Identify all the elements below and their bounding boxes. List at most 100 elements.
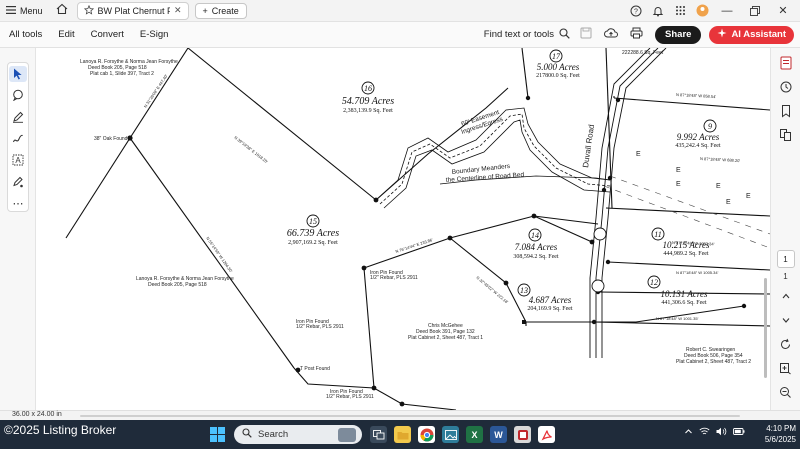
- share-button[interactable]: Share: [655, 25, 702, 44]
- menu-esign[interactable]: E-Sign: [132, 29, 177, 40]
- svg-text:N 32°45'02" W 222.18': N 32°45'02" W 222.18': [475, 275, 509, 305]
- ai-assistant-button[interactable]: AI Assistant: [709, 25, 794, 44]
- chevron-up-icon[interactable]: [777, 287, 795, 305]
- menu-all-tools[interactable]: All tools: [0, 29, 50, 40]
- svg-text:E: E: [676, 167, 681, 174]
- help-icon[interactable]: ?: [628, 3, 644, 19]
- svg-text:E: E: [676, 181, 681, 188]
- tract-11-number: 11: [654, 230, 661, 239]
- hamburger-icon: [6, 5, 16, 16]
- print-icon[interactable]: [630, 27, 643, 42]
- svg-text:?: ?: [634, 8, 638, 15]
- left-tool-rail: A ⋯: [0, 48, 36, 410]
- status-bar: 36.00 x 24.00 in: [0, 410, 800, 420]
- tray-chevron-up-icon[interactable]: [684, 427, 693, 438]
- title-bar: Menu BW Plat Chernut Farms ... ✕ + Creat…: [0, 0, 800, 22]
- oak-found-note: 38" Oak Found: [94, 136, 128, 142]
- tract-15-sqft: 2,907,169.2 Sq. Feet: [288, 240, 338, 246]
- create-button[interactable]: + Create: [194, 2, 247, 19]
- vertical-scrollbar[interactable]: [762, 48, 770, 410]
- task-view-icon[interactable]: [370, 426, 387, 443]
- search-icon: [559, 27, 570, 42]
- svg-text:N 87°18'48" W 858.54': N 87°18'48" W 858.54': [676, 92, 717, 99]
- svg-text:E: E: [746, 193, 751, 200]
- svg-text:N 87°18'48" W 688.20': N 87°18'48" W 688.20': [700, 156, 741, 163]
- tract-14-number: 14: [531, 231, 539, 240]
- tab-title: BW Plat Chernut Farms ...: [97, 5, 170, 16]
- menu-button[interactable]: Menu: [0, 5, 51, 16]
- home-icon: [56, 3, 68, 18]
- windows-taskbar: ©2025 Listing Broker Search X W 4:10 PM …: [0, 420, 800, 449]
- zoom-out-icon[interactable]: [777, 383, 795, 401]
- tract-17-sqft: 217800.0 Sq. Feet: [536, 73, 580, 79]
- star-icon[interactable]: [83, 4, 94, 17]
- rotate-icon[interactable]: [777, 335, 795, 353]
- office-app-icon[interactable]: [514, 426, 531, 443]
- highlight-pen-icon[interactable]: [9, 109, 27, 125]
- windows-start-icon[interactable]: [210, 427, 225, 442]
- tract-16-acres: 54.709 Acres: [342, 96, 394, 107]
- save-icon[interactable]: [580, 27, 592, 42]
- svg-text:N 39°19'38" E 1018.20': N 39°19'38" E 1018.20': [233, 135, 269, 164]
- tract-13-number: 13: [520, 286, 528, 295]
- taskbar-search-box[interactable]: Search: [234, 425, 362, 444]
- horizontal-scrollbar[interactable]: [80, 415, 740, 417]
- photos-app-icon[interactable]: [442, 426, 459, 443]
- organize-pages-icon[interactable]: [777, 78, 795, 96]
- tract-14-acres: 7.084 Acres: [515, 242, 558, 252]
- comment-icon[interactable]: [9, 88, 27, 104]
- chrome-icon[interactable]: [418, 426, 435, 443]
- upload-cloud-icon[interactable]: [604, 27, 619, 42]
- page-total: 1: [783, 272, 788, 281]
- wifi-icon[interactable]: [699, 427, 710, 438]
- tract-12-sqft: 441,306.6 Sq. Feet: [661, 300, 707, 306]
- excel-icon[interactable]: X: [466, 426, 483, 443]
- word-icon[interactable]: W: [490, 426, 507, 443]
- tract-9-acres: 9.992 Acres: [677, 132, 720, 142]
- tract-15-number: 15: [309, 217, 317, 226]
- close-tab-icon[interactable]: ✕: [174, 5, 182, 16]
- page-number-field[interactable]: 1: [776, 250, 795, 268]
- close-window-button[interactable]: ✕: [772, 2, 794, 20]
- draw-freehand-icon[interactable]: [9, 131, 27, 147]
- create-label: Create: [211, 5, 239, 16]
- select-cursor-icon[interactable]: [9, 66, 27, 82]
- profile-avatar[interactable]: [694, 3, 710, 19]
- vertical-scroll-thumb[interactable]: [764, 278, 767, 378]
- file-explorer-icon[interactable]: [394, 426, 411, 443]
- document-tab[interactable]: BW Plat Chernut Farms ... ✕: [76, 1, 189, 20]
- tract-12-acres: 10.131 Acres: [661, 289, 708, 299]
- taskbar-clock[interactable]: 4:10 PM 5/6/2025: [756, 423, 796, 445]
- bell-icon[interactable]: [650, 3, 666, 19]
- pages-icon[interactable]: [777, 126, 795, 144]
- export-pdf-icon[interactable]: [777, 54, 795, 72]
- tract-17-acres: 5.000 Acres: [537, 62, 580, 72]
- menu-edit[interactable]: Edit: [50, 29, 82, 40]
- add-text-icon[interactable]: A: [9, 152, 27, 168]
- zoom-in-icon[interactable]: [777, 359, 795, 377]
- main-toolbar: All tools Edit Convert E-Sign Find text …: [0, 22, 800, 48]
- apps-grid-icon[interactable]: [672, 3, 688, 19]
- battery-icon[interactable]: [733, 427, 745, 438]
- svg-text:E: E: [716, 183, 721, 190]
- svg-text:N 87°18'48" W 1001.35': N 87°18'48" W 1001.35': [656, 316, 699, 321]
- tract-13-acres: 4.687 Acres: [529, 295, 572, 305]
- taskbar-time: 4:10 PM: [766, 424, 796, 433]
- bookmark-icon[interactable]: [777, 102, 795, 120]
- page-size-label: 36.00 x 24.00 in: [12, 411, 62, 418]
- post-found-note: T Post Found: [300, 366, 330, 372]
- more-tools-icon[interactable]: ⋯: [9, 195, 27, 211]
- tract-12-number: 12: [650, 278, 658, 287]
- acrobat-icon[interactable]: [538, 426, 555, 443]
- document-viewer[interactable]: EEEE EE 16 17 15 14 13 9 11 12 54.709 Ac…: [36, 48, 770, 410]
- chevron-down-icon[interactable]: [777, 311, 795, 329]
- minimize-button[interactable]: —: [716, 2, 738, 20]
- menu-convert[interactable]: Convert: [83, 29, 132, 40]
- find-tools-button[interactable]: Find text or tools: [484, 27, 580, 42]
- quick-tools-panel: A ⋯: [7, 62, 29, 212]
- volume-icon[interactable]: [716, 427, 727, 438]
- maximize-button[interactable]: [744, 2, 766, 20]
- fill-sign-icon[interactable]: [9, 174, 27, 190]
- home-button[interactable]: [51, 0, 73, 22]
- tract-14-sqft: 308,594.2 Sq. Feet: [513, 254, 559, 260]
